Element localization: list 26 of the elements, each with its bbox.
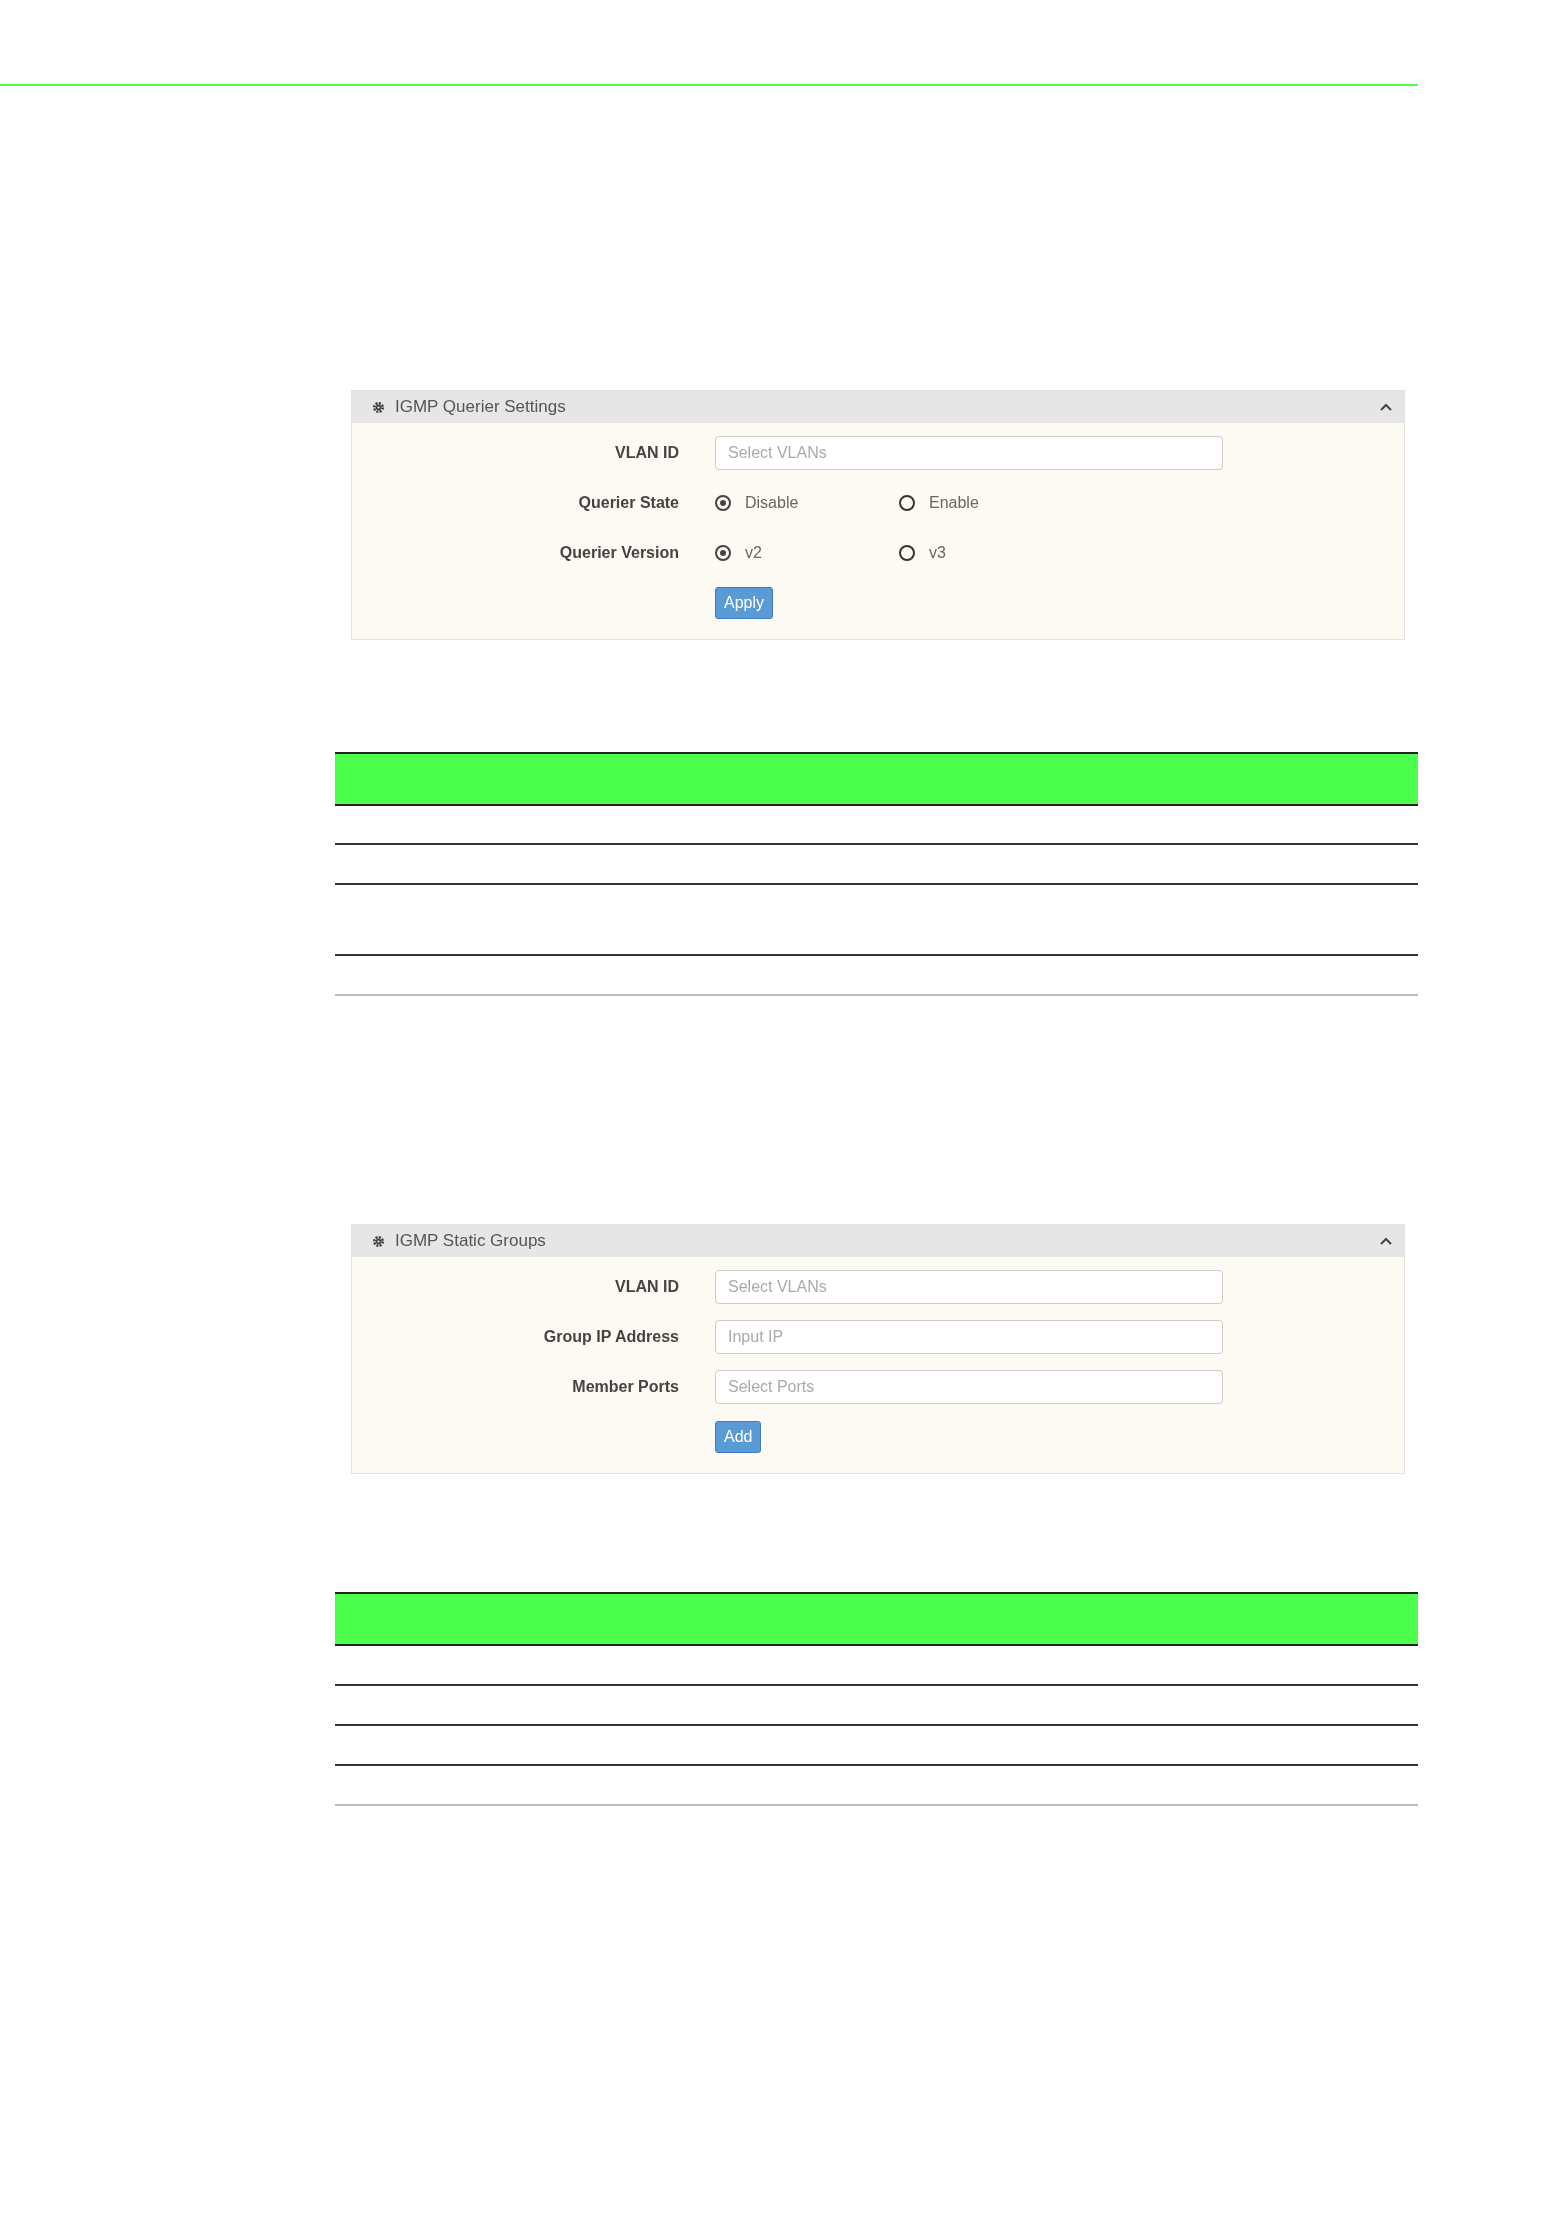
radio-button[interactable] [899,545,915,561]
radio-label: v2 [745,544,762,562]
field-label: VLAN ID [614,1278,680,1296]
panel-title: IGMP Static Groups [395,1231,547,1251]
radio-label: v3 [929,544,946,562]
gear-icon [372,400,385,414]
apply-button[interactable]: Apply [715,587,774,619]
field-label: Member Ports [571,1378,680,1396]
radio-label: Enable [929,494,979,512]
input-field[interactable]: Select VLANs [715,436,1223,470]
field-label: Querier Version [558,544,680,562]
panel-title: IGMP Querier Settings [395,397,567,417]
input-field[interactable]: Select VLANs [715,1270,1223,1304]
chevron-icon[interactable] [1380,403,1392,411]
field-label: Group IP Address [542,1328,680,1346]
field-label: Querier State [577,494,680,512]
add-button[interactable]: Add [715,1421,762,1453]
field-label: VLAN ID [614,444,680,462]
radio-button[interactable] [899,495,915,511]
gear-icon [372,1234,385,1248]
input-field[interactable]: Input IP [715,1320,1223,1354]
input-field[interactable]: Select Ports [715,1370,1223,1404]
radio-label: Disable [745,494,799,512]
chevron-icon[interactable] [1380,1237,1392,1245]
radio-button[interactable] [715,495,731,511]
radio-button[interactable] [715,545,731,561]
